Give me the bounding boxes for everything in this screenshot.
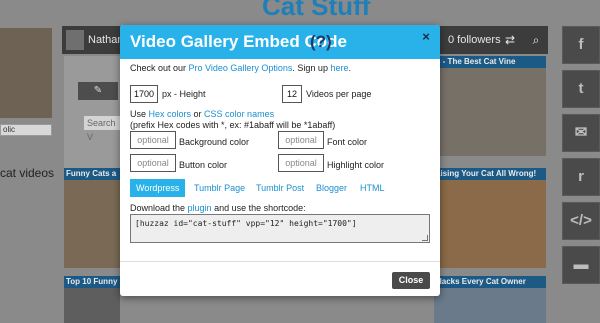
video-search-input[interactable]: Search V [84, 116, 120, 142]
videos-per-page-input[interactable]: 12 [282, 85, 302, 103]
tab-blogger[interactable]: Blogger [316, 179, 347, 197]
embed-code-modal: Video Gallery Embed Code (?) × Check out… [120, 25, 440, 296]
video-card[interactable] [64, 168, 120, 268]
followers-count[interactable]: 0 followers [448, 34, 501, 46]
download-prefix: Download the [130, 203, 188, 213]
background-color-label: Background color [179, 137, 250, 147]
email-icon[interactable]: ✉ [562, 114, 600, 152]
facebook-icon[interactable]: f [562, 26, 600, 64]
colors-hint: Use Hex colors or CSS color names [130, 109, 274, 119]
sign-up-link[interactable]: here [330, 63, 348, 73]
video-card-title[interactable]: Hacks Every Cat Owner [434, 276, 546, 288]
video-card-title[interactable]: Top 10 Funny [64, 276, 120, 288]
reddit-icon[interactable]: r [562, 158, 600, 196]
button-color-label: Button color [179, 160, 228, 170]
resize-handle[interactable] [422, 235, 428, 241]
highlight-color-input[interactable]: optional [278, 154, 324, 172]
shortcode-text: [huzzaz id="cat-stuff" vpp="12" height="… [135, 219, 357, 228]
highlight-color-label: Highlight color [327, 160, 385, 170]
embed-code-icon[interactable]: </> [562, 202, 600, 240]
close-button[interactable]: Close [392, 272, 430, 289]
font-color-label: Font color [327, 137, 368, 147]
tab-wordpress[interactable]: Wordpress [130, 179, 186, 197]
search-icon[interactable]: ⌕ [526, 30, 546, 50]
background-color-input[interactable]: optional [130, 131, 176, 149]
video-card-title[interactable]: aising Your Cat All Wrong! [434, 168, 546, 180]
cat-thumbnail[interactable] [0, 28, 52, 118]
css-color-names-link[interactable]: CSS color names [204, 109, 274, 119]
height-label: px - Height [162, 89, 206, 99]
side-text: cat videos [0, 166, 55, 180]
colors-note: (prefix Hex codes with *, ex: #1abaff wi… [130, 120, 336, 130]
button-color-input[interactable]: optional [130, 154, 176, 172]
avatar[interactable] [66, 30, 84, 50]
edit-icon[interactable]: ✎ [78, 82, 118, 100]
video-card-title[interactable]: Funny Cats a [64, 168, 120, 180]
font-color-input[interactable]: optional [278, 131, 324, 149]
user-name[interactable]: Nathan [88, 34, 123, 46]
intro-middle: . Sign up [292, 63, 331, 73]
platform-tabs: Wordpress Tumblr Page Tumblr Post Blogge… [130, 179, 430, 197]
download-suffix: and use the shortcode: [211, 203, 306, 213]
download-line: Download the plugin and use the shortcod… [130, 203, 306, 213]
videos-per-page-label: Videos per page [306, 89, 372, 99]
site-title[interactable]: Cat Stuff [262, 0, 370, 22]
hex-colors-link[interactable]: Hex colors [149, 109, 192, 119]
pro-options-link[interactable]: Pro Video Gallery Options [189, 63, 293, 73]
tab-tumblr-post[interactable]: Tumblr Post [256, 179, 304, 197]
video-card[interactable] [434, 168, 546, 268]
plugin-link[interactable]: plugin [188, 203, 212, 213]
shortcode-textarea[interactable]: [huzzaz id="cat-stuff" vpp="12" height="… [130, 214, 430, 243]
help-link[interactable]: (?) [310, 32, 332, 52]
shuffle-icon[interactable]: ⇄ [500, 30, 520, 50]
tab-tumblr-page[interactable]: Tumblr Page [194, 179, 245, 197]
tab-html[interactable]: HTML [360, 179, 385, 197]
colors-middle: or [191, 109, 205, 119]
intro-prefix: Check out our [130, 63, 189, 73]
video-card-title[interactable]: s - The Best Cat Vine [434, 56, 546, 68]
comment-icon[interactable]: ▬ [562, 246, 600, 284]
close-icon[interactable]: × [420, 30, 432, 43]
intro-suffix: . [348, 63, 351, 73]
intro-line: Check out our Pro Video Gallery Options.… [130, 63, 351, 73]
twitter-icon[interactable]: t [562, 70, 600, 108]
footer-divider [120, 261, 440, 262]
video-card[interactable] [434, 56, 546, 156]
modal-header: Video Gallery Embed Code (?) × [120, 25, 440, 59]
colors-prefix: Use [130, 109, 149, 119]
height-input[interactable]: 1700 [130, 85, 158, 103]
side-field[interactable]: olic [0, 124, 52, 136]
side-panel [64, 56, 120, 168]
